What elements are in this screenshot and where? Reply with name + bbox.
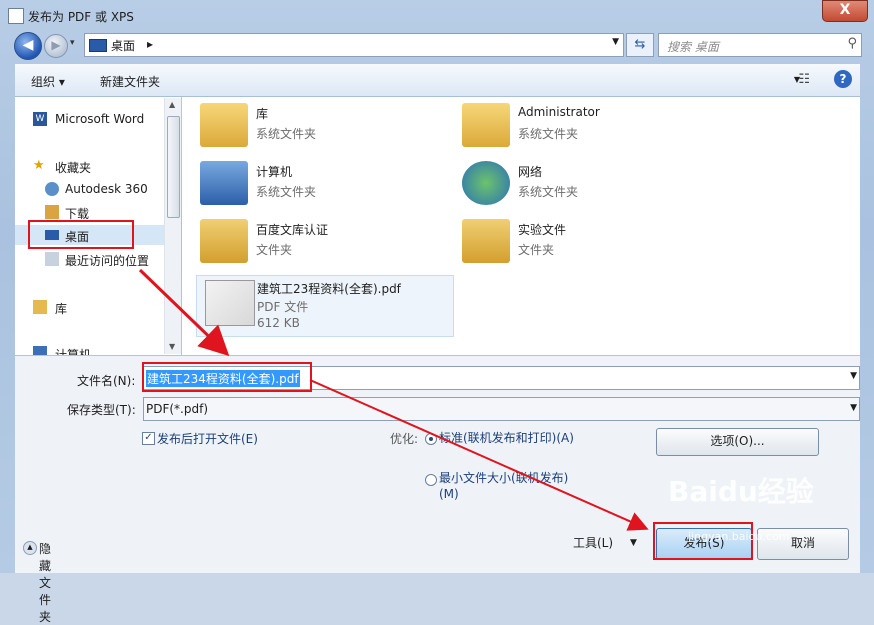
arrow-to-filename: [138, 268, 230, 357]
dialog-window: 发布为 PDF 或 XPS X ◀ ▶ ▾ 桌面 ▸ ▼ ⇆ 搜索 桌面 ⚲ 组…: [0, 0, 874, 624]
arrow-to-publish: [309, 379, 649, 531]
brand-watermark: Baidu经验: [668, 475, 814, 508]
watermark-url: jingyan.baidu.com: [688, 530, 790, 543]
